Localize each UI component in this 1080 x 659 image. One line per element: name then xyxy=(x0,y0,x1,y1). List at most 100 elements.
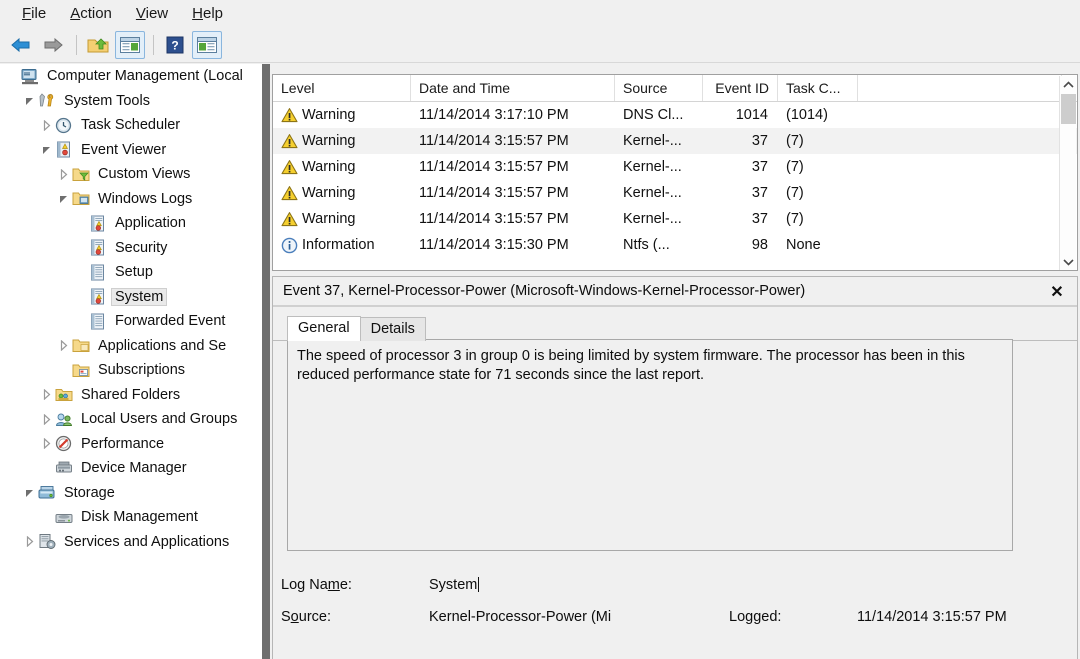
chevron-down-icon[interactable] xyxy=(55,191,71,207)
menu-file[interactable]: File xyxy=(10,3,58,24)
event-row[interactable]: Warning 11/14/2014 3:15:57 PM Kernel-... 37… xyxy=(273,154,1077,180)
back-button[interactable] xyxy=(6,31,36,59)
console-tree-pane[interactable]: Computer Management (Local System Tools Ta… xyxy=(0,64,262,659)
close-icon[interactable]: ✕ xyxy=(1047,282,1067,302)
event-cell-text: 37 xyxy=(751,159,768,175)
tree-item-local-users-and-groups[interactable]: Local Users and Groups xyxy=(0,407,262,432)
field-label: Source: xyxy=(281,609,331,625)
event-cell-text: DNS Cl... xyxy=(623,107,684,123)
tree-item-applications-and-se[interactable]: Applications and Se xyxy=(0,334,262,359)
console-tree-icon xyxy=(119,36,141,54)
tree-item-disk-management[interactable]: Disk Management xyxy=(0,505,262,530)
tree-item-forwarded-event[interactable]: Forwarded Event xyxy=(0,309,262,334)
show-hide-console-tree-button[interactable] xyxy=(115,30,145,59)
tree-item-storage[interactable]: Storage xyxy=(0,481,262,506)
event-row[interactable]: Warning 11/14/2014 3:17:10 PM DNS Cl... 101… xyxy=(273,102,1077,128)
chevron-down-icon[interactable] xyxy=(38,142,54,158)
event-message-text: The speed of processor 3 in group 0 is b… xyxy=(297,348,965,383)
up-one-level-button[interactable] xyxy=(83,31,113,59)
forward-button[interactable] xyxy=(38,31,68,59)
event-cell-datetime: 11/14/2014 3:15:30 PM xyxy=(411,237,615,253)
twisty-placeholder xyxy=(4,68,20,84)
tree-item-subscriptions[interactable]: Subscriptions xyxy=(0,358,262,383)
tree-item-security[interactable]: Security xyxy=(0,236,262,261)
tree-item-task-scheduler[interactable]: Task Scheduler xyxy=(0,113,262,138)
tree-item-event-viewer[interactable]: Event Viewer xyxy=(0,138,262,163)
event-cell-text: 11/14/2014 3:15:57 PM xyxy=(419,159,569,175)
chevron-right-icon[interactable] xyxy=(55,338,71,354)
performance-icon xyxy=(54,435,74,453)
menu-view[interactable]: View xyxy=(124,3,180,24)
tree-item-system-tools[interactable]: System Tools xyxy=(0,89,262,114)
field-value[interactable]: Kernel-Processor-Power (Mi xyxy=(429,609,729,625)
menu-action[interactable]: Action xyxy=(58,3,124,24)
event-row[interactable]: Warning 11/14/2014 3:15:57 PM Kernel-... 37… xyxy=(273,206,1077,232)
column-header-date-and-time[interactable]: Date and Time xyxy=(411,75,615,101)
field-value[interactable]: System xyxy=(429,577,621,593)
event-list-rows[interactable]: Warning 11/14/2014 3:17:10 PM DNS Cl... 101… xyxy=(273,102,1077,258)
event-list[interactable]: Level Date and Time Source Event ID Task C..… xyxy=(272,74,1078,271)
event-row[interactable]: Warning 11/14/2014 3:15:57 PM Kernel-... 37… xyxy=(273,180,1077,206)
scroll-up-icon[interactable] xyxy=(1060,76,1077,93)
tree-item-custom-views[interactable]: Custom Views xyxy=(0,162,262,187)
tree-item-application[interactable]: Application xyxy=(0,211,262,236)
tree-item-computer-management-local[interactable]: Computer Management (Local xyxy=(0,64,262,89)
column-header-source[interactable]: Source xyxy=(615,75,703,101)
twisty-placeholder xyxy=(55,362,71,378)
tree-item-setup[interactable]: Setup xyxy=(0,260,262,285)
menu-help[interactable]: Help xyxy=(180,3,235,24)
tree-item-shared-folders[interactable]: Shared Folders xyxy=(0,383,262,408)
column-header-task-c[interactable]: Task C... xyxy=(778,75,858,101)
tree-item-label: Device Manager xyxy=(81,460,187,477)
chevron-down-icon[interactable] xyxy=(21,485,37,501)
tree-item-label: Subscriptions xyxy=(98,362,186,379)
event-cell-text: 11/14/2014 3:15:57 PM xyxy=(419,133,569,149)
column-header-label: Event ID xyxy=(715,80,769,96)
tree-item-device-manager[interactable]: Device Manager xyxy=(0,456,262,481)
tree-item-services-and-applications[interactable]: Services and Applications xyxy=(0,530,262,555)
event-viewer-icon xyxy=(54,141,74,159)
chevron-right-icon[interactable] xyxy=(38,117,54,133)
event-list-header[interactable]: Level Date and Time Source Event ID Task C..… xyxy=(273,75,1077,102)
event-field-row: Log Name: System xyxy=(281,569,1071,601)
event-message-box[interactable]: The speed of processor 3 in group 0 is b… xyxy=(287,339,1013,551)
tree-item-performance[interactable]: Performance xyxy=(0,432,262,457)
event-row[interactable]: Warning 11/14/2014 3:15:57 PM Kernel-... 37… xyxy=(273,128,1077,154)
event-cell-text: (1014) xyxy=(786,107,828,123)
event-cell-text: 37 xyxy=(751,185,768,201)
column-header-label: Level xyxy=(281,80,315,96)
event-cell-task: (7) xyxy=(778,133,858,149)
warning-icon xyxy=(281,107,298,124)
tree-item-windows-logs[interactable]: Windows Logs xyxy=(0,187,262,212)
column-header-event-id[interactable]: Event ID xyxy=(703,75,778,101)
chevron-right-icon[interactable] xyxy=(38,387,54,403)
event-cell-level: Warning xyxy=(273,211,411,228)
column-header-blank[interactable] xyxy=(858,75,1062,101)
field-value-secondary[interactable]: 11/14/2014 3:15:57 PM xyxy=(857,609,1007,625)
tree-item-label: Forwarded Event xyxy=(115,313,226,330)
scroll-down-icon[interactable] xyxy=(1060,254,1077,270)
chevron-right-icon[interactable] xyxy=(55,166,71,182)
column-header-level[interactable]: Level xyxy=(273,75,411,101)
storage-icon xyxy=(37,484,57,502)
tree-item-system[interactable]: System xyxy=(0,285,262,310)
event-list-scrollbar[interactable] xyxy=(1059,76,1077,270)
tab-general[interactable]: General xyxy=(287,316,361,341)
chevron-right-icon[interactable] xyxy=(38,411,54,427)
event-cell-datetime: 11/14/2014 3:17:10 PM xyxy=(411,107,615,123)
event-cell-source: Ntfs (... xyxy=(615,237,703,253)
chevron-right-icon[interactable] xyxy=(21,534,37,550)
show-hide-action-pane-button[interactable] xyxy=(192,30,222,59)
computer-icon xyxy=(20,67,40,85)
tab-details[interactable]: Details xyxy=(359,317,426,341)
chevron-right-icon[interactable] xyxy=(38,436,54,452)
event-row[interactable]: Information 11/14/2014 3:15:30 PM Ntfs (..… xyxy=(273,232,1077,258)
event-details-tabs[interactable]: General Details xyxy=(273,315,1077,341)
chevron-down-icon[interactable] xyxy=(21,93,37,109)
vertical-splitter[interactable] xyxy=(262,64,270,659)
help-button[interactable]: ? xyxy=(160,31,190,59)
scrollbar-thumb[interactable] xyxy=(1061,94,1076,124)
event-cell-source: Kernel-... xyxy=(615,159,703,175)
text-caret xyxy=(478,577,480,592)
tree-item-label: Security xyxy=(115,239,168,256)
